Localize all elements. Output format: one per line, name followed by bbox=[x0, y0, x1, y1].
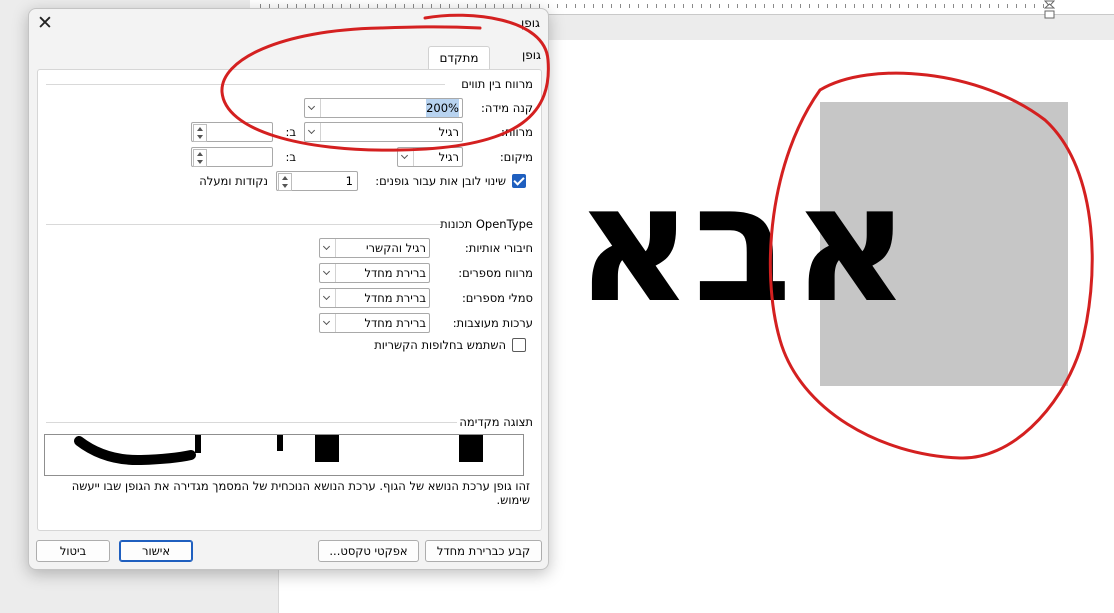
number-spacing-value: ברירת מחדל bbox=[364, 266, 426, 280]
kerning-label: שינוי לובן אות עבור גופנים: bbox=[375, 174, 506, 188]
position-value: רגיל bbox=[438, 150, 459, 164]
text-effects-button[interactable]: אפקטי טקסט... bbox=[318, 540, 419, 562]
stylistic-sets-label: ערכות מעוצבות: bbox=[452, 316, 533, 330]
scale-combo[interactable]: 200% bbox=[304, 98, 463, 118]
number-forms-combo[interactable]: ברירת מחדל bbox=[319, 288, 430, 308]
position-label: מיקום: bbox=[499, 150, 533, 164]
preview-header: תצוגה מקדימה bbox=[459, 415, 533, 429]
indent-marker-icon[interactable] bbox=[1044, 0, 1055, 20]
position-by-spinner[interactable] bbox=[191, 147, 273, 167]
section-divider bbox=[46, 84, 445, 85]
kerning-checkbox[interactable] bbox=[512, 174, 526, 188]
kerning-points-value: 1 bbox=[345, 174, 353, 188]
kerning-unit-label: נקודות ומעלה bbox=[199, 174, 268, 188]
section-divider bbox=[46, 422, 457, 423]
spacing-combo[interactable]: רגיל bbox=[304, 122, 463, 142]
preview-glyphs bbox=[74, 435, 483, 466]
spacing-by-spinner[interactable] bbox=[191, 122, 273, 142]
ligatures-label: חיבורי אותיות: bbox=[464, 241, 533, 255]
number-spacing-combo[interactable]: ברירת מחדל bbox=[319, 263, 430, 283]
tab-advanced-label: מתקדם bbox=[439, 51, 479, 65]
chevron-down-icon[interactable] bbox=[305, 99, 321, 117]
stylistic-sets-combo[interactable]: ברירת מחדל bbox=[319, 313, 430, 333]
tab-font-label: גופן bbox=[522, 48, 541, 62]
spinner-arrows-icon[interactable] bbox=[193, 149, 207, 167]
chevron-down-icon[interactable] bbox=[398, 148, 414, 166]
dialog-title: גופן bbox=[521, 16, 540, 30]
cancel-button[interactable]: ביטול bbox=[36, 540, 110, 562]
spacing-value: רגיל bbox=[438, 125, 459, 139]
chevron-down-icon[interactable] bbox=[320, 239, 336, 257]
chevron-down-icon[interactable] bbox=[320, 314, 336, 332]
ligatures-value: רגיל והקשרי bbox=[365, 241, 426, 255]
tab-font[interactable]: גופן bbox=[522, 48, 541, 62]
spacing-label: מרווח: bbox=[501, 125, 533, 139]
document-text[interactable]: אבא bbox=[575, 145, 1065, 345]
position-combo[interactable]: רגיל bbox=[397, 147, 463, 167]
preview-box bbox=[44, 434, 524, 476]
set-default-button[interactable]: קבע כברירת מחדל bbox=[425, 540, 542, 562]
chevron-down-icon[interactable] bbox=[320, 289, 336, 307]
contextual-alternates-checkbox[interactable] bbox=[512, 338, 526, 352]
ligatures-combo[interactable]: רגיל והקשרי bbox=[319, 238, 430, 258]
tab-advanced[interactable]: מתקדם bbox=[428, 46, 490, 70]
stylistic-sets-value: ברירת מחדל bbox=[364, 316, 426, 330]
section-divider bbox=[46, 224, 441, 225]
chevron-down-icon[interactable] bbox=[320, 264, 336, 282]
character-spacing-header: מרווח בין תווים bbox=[461, 77, 533, 91]
contextual-alternates-label: השתמש בחלופות הקשריות bbox=[374, 338, 506, 352]
spinner-arrows-icon[interactable] bbox=[193, 124, 207, 142]
advanced-panel: מרווח בין תווים קנה מידה: 200% מרווח: רג… bbox=[37, 69, 542, 531]
spinner-arrows-icon[interactable] bbox=[278, 173, 292, 191]
opentype-header: תכונות OpenType bbox=[440, 217, 533, 231]
kerning-points-spinner[interactable]: 1 bbox=[276, 171, 358, 191]
position-by-label: ב: bbox=[285, 150, 296, 164]
close-icon[interactable]: ✕ bbox=[35, 13, 55, 33]
number-forms-label: סמלי מספרים: bbox=[461, 291, 533, 305]
ok-button[interactable]: אישור bbox=[119, 540, 193, 562]
chevron-down-icon[interactable] bbox=[305, 123, 321, 141]
preview-description: זהו גופן ערכת הנושא של הגוף. ערכת הנושא … bbox=[71, 479, 530, 507]
scale-value: 200% bbox=[426, 99, 459, 117]
font-dialog: גופן ✕ גופן מתקדם מרווח בין תווים קנה מי… bbox=[28, 8, 549, 570]
spacing-by-label: ב: bbox=[285, 125, 296, 139]
number-forms-value: ברירת מחדל bbox=[364, 291, 426, 305]
number-spacing-label: מרווח מספרים: bbox=[458, 266, 533, 280]
scale-label: קנה מידה: bbox=[481, 101, 533, 115]
